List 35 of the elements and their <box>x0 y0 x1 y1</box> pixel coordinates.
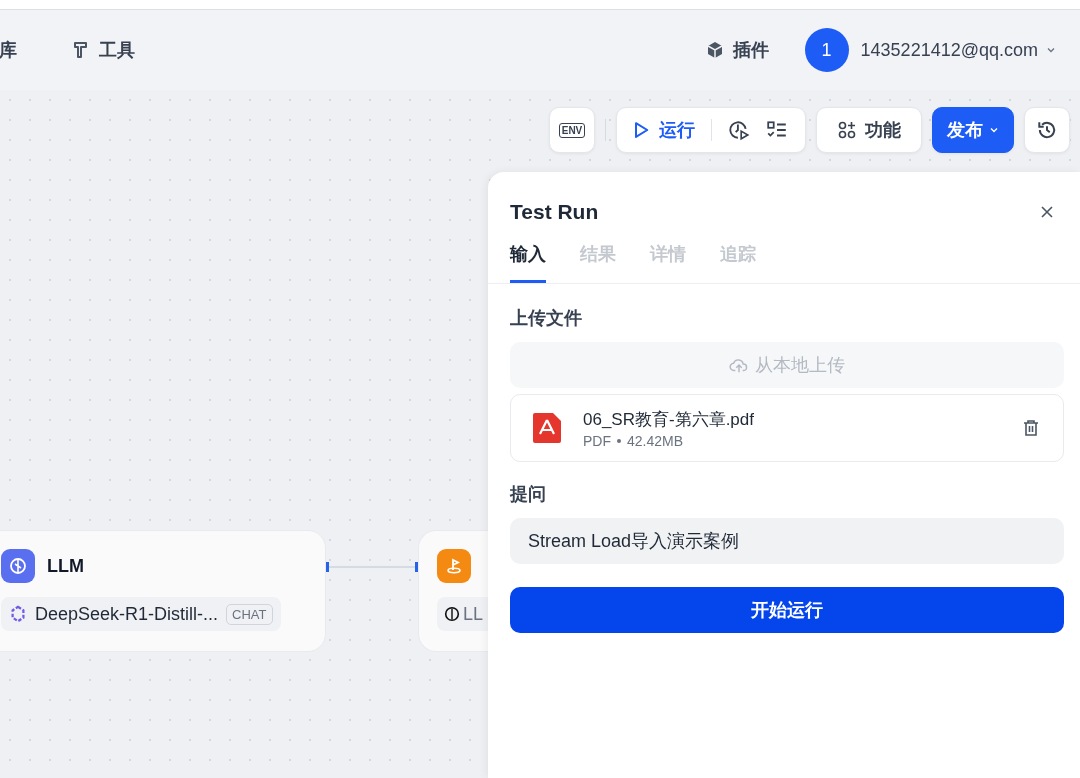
chevron-down-icon <box>1046 45 1056 55</box>
node-title: LLM <box>47 555 84 577</box>
file-type: PDF <box>583 432 611 449</box>
flag-icon <box>437 549 471 583</box>
section-label: 上传文件 <box>510 307 583 330</box>
model-name: LL <box>463 603 484 625</box>
panel-title: Test Run <box>510 200 599 224</box>
clock-play-icon[interactable] <box>728 119 750 141</box>
model-logo-icon <box>9 605 27 623</box>
start-run-button[interactable]: 开始运行 <box>510 587 1064 633</box>
workflow-node[interactable]: LL <box>418 530 488 652</box>
close-icon[interactable] <box>1040 205 1054 219</box>
file-name: 06_SR教育-第六章.pdf <box>583 408 755 431</box>
pdf-file-icon <box>533 413 561 443</box>
run-button[interactable]: 运行 <box>631 118 695 142</box>
user-avatar[interactable]: 1 <box>804 28 849 72</box>
publish-button[interactable]: 发布 <box>932 107 1014 153</box>
question-field[interactable]: Stream Load导入演示案例 <box>510 518 1064 564</box>
history-button[interactable] <box>1024 107 1070 153</box>
apps-icon <box>837 120 857 140</box>
model-tag: CHAT <box>226 603 273 625</box>
history-icon <box>1036 119 1058 141</box>
workflow-node[interactable]: LLM DeepSeek-R1-Distill-... CHAT <box>0 530 326 652</box>
delete-icon[interactable] <box>1021 418 1041 438</box>
env-button[interactable]: ENV <box>549 107 595 153</box>
features-button[interactable]: 功能 <box>816 107 922 153</box>
plugin-link[interactable]: 插件 <box>704 38 769 62</box>
section-label: 提问 <box>510 483 547 506</box>
panel-tab[interactable]: 输入 <box>510 242 546 283</box>
nav-item[interactable]: 工具 <box>71 38 135 62</box>
model-name: DeepSeek-R1-Distill-... <box>35 603 219 625</box>
chevron-down-icon <box>989 125 999 135</box>
file-size: 42.42MB <box>627 432 684 449</box>
account-menu[interactable]: 1435221412@qq.com <box>860 39 1056 61</box>
separator-dot <box>617 438 621 443</box>
